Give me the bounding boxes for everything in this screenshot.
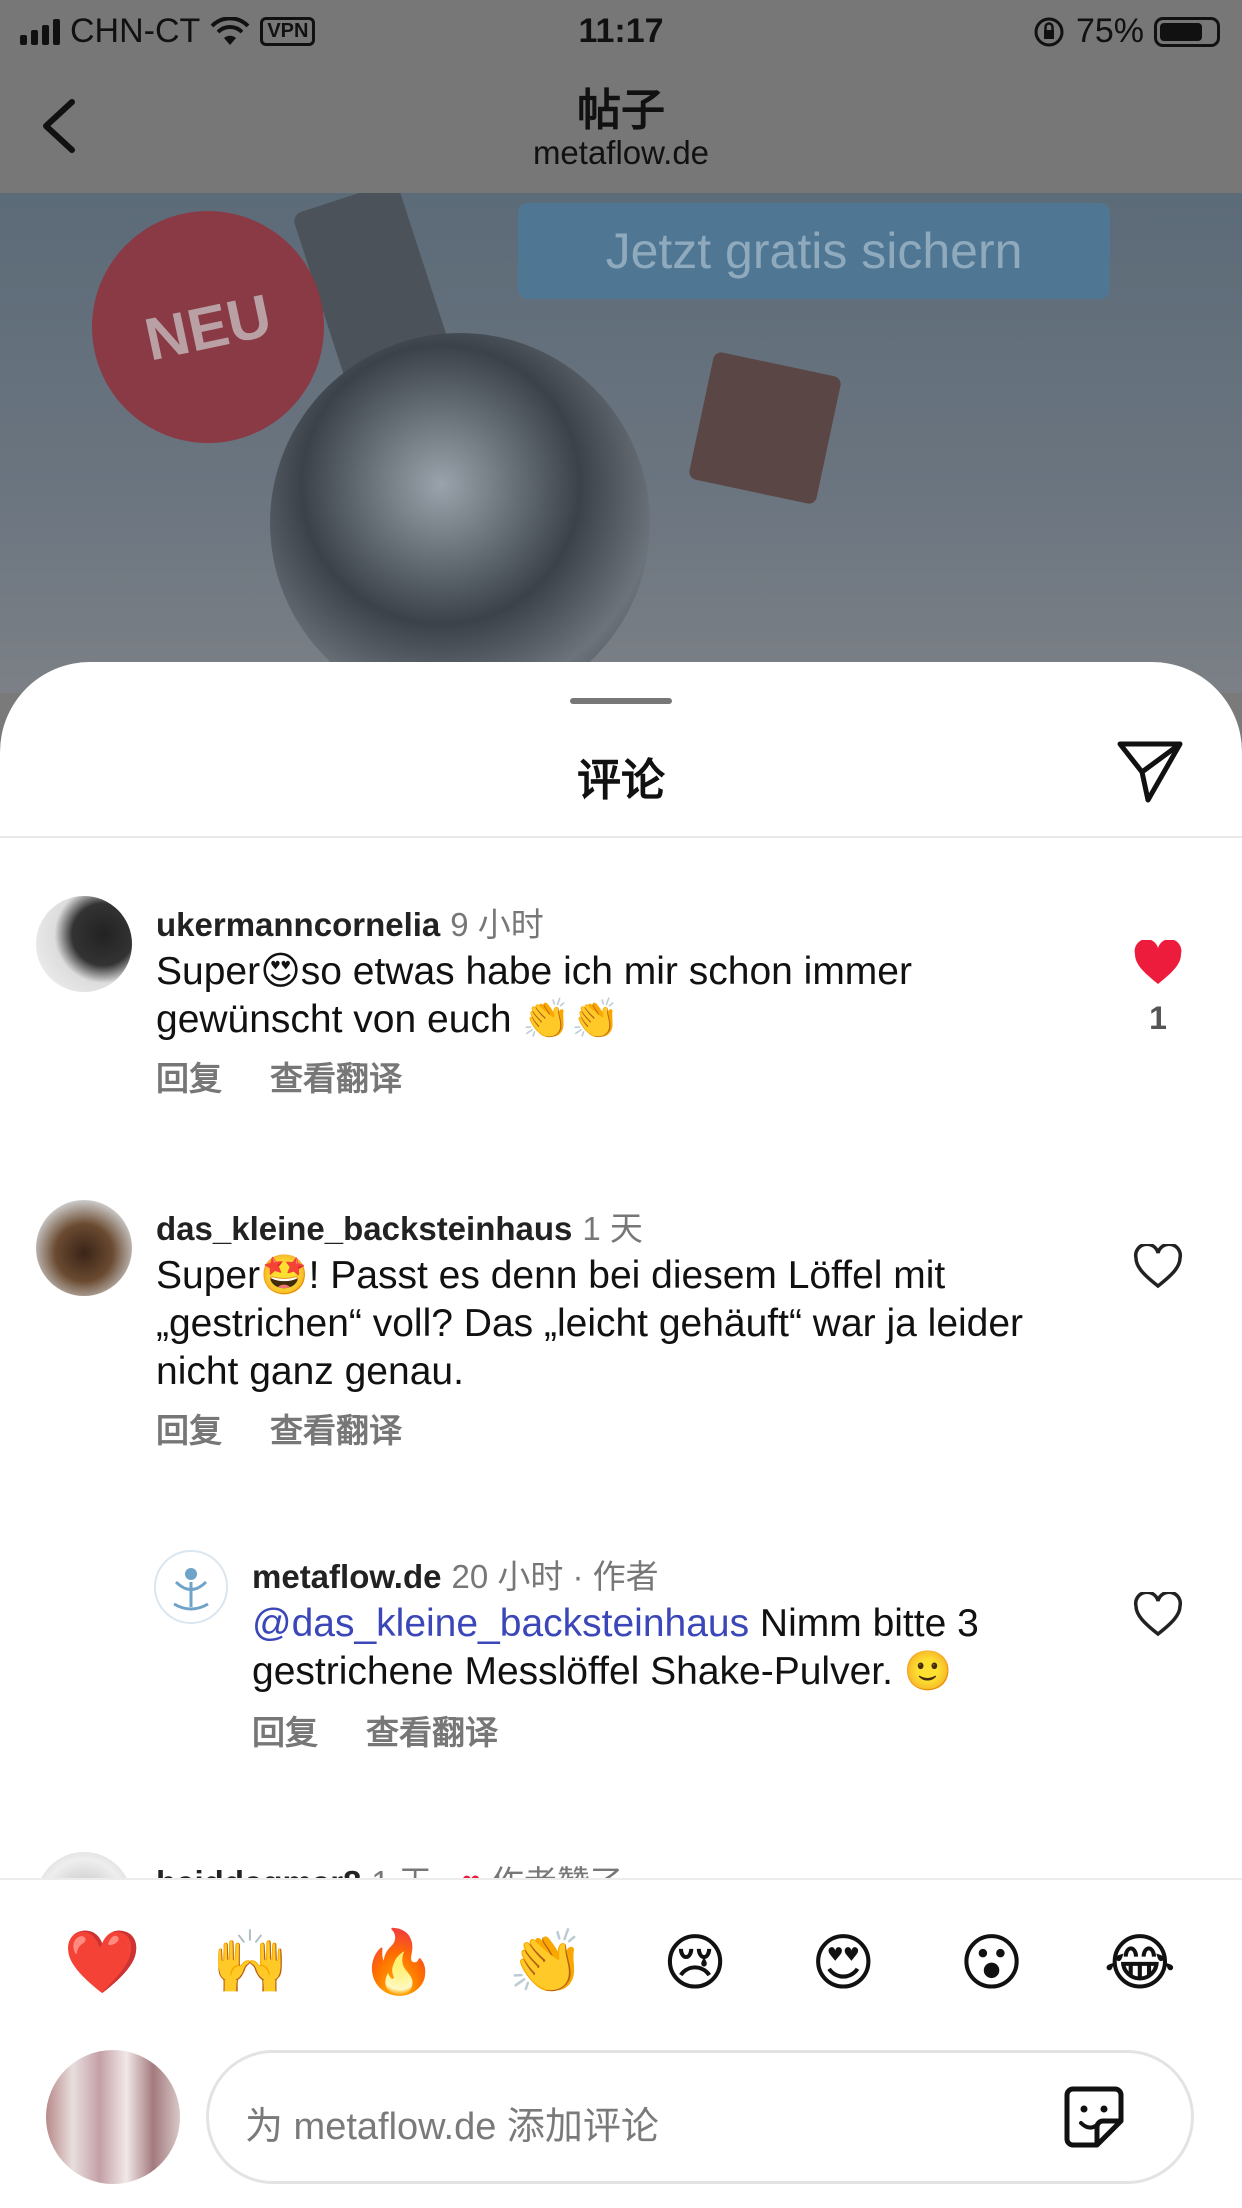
share-send-icon[interactable] xyxy=(1114,734,1186,806)
spoon-image xyxy=(270,333,650,693)
battery-icon xyxy=(1154,16,1220,47)
comment-username[interactable]: metaflow.de xyxy=(252,1558,441,1595)
comment-text-part: Super xyxy=(156,950,261,993)
comment-emoji: 🤩 xyxy=(260,1253,309,1298)
reply-button[interactable]: 回复 xyxy=(156,1404,222,1452)
emoji-bar-divider xyxy=(0,1878,1242,1880)
page-title: 帖子 xyxy=(577,86,665,135)
emoji-laughing-button[interactable]: 😂 xyxy=(1090,1912,1190,2012)
page-subtitle: metaflow.de xyxy=(532,134,710,171)
comment-emoji: 👏👏 xyxy=(522,997,620,1042)
avatar[interactable] xyxy=(154,1550,228,1624)
comment-username[interactable]: ukermanncornelia xyxy=(156,906,440,943)
emoji-heart-eyes-button[interactable]: 😍 xyxy=(793,1912,893,2012)
quick-emoji-bar: ❤️ 🙌 🔥 👏 😢 😍 😮 😂 xyxy=(0,1912,1242,2012)
comment-header: das_kleine_backsteinhaus 1 天 xyxy=(156,1202,643,1250)
avatar[interactable] xyxy=(36,1200,132,1296)
emoji-crying-button[interactable]: 😢 xyxy=(645,1912,745,2012)
reply-button[interactable]: 回复 xyxy=(252,1706,318,1754)
comment-time: 20 小时 · 作者 xyxy=(451,1558,659,1595)
comment-input-placeholder: 为 metaflow.de 添加评论 xyxy=(245,2106,659,2148)
post-image: NEU Jetzt gratis sichern xyxy=(0,193,1242,693)
comment-actions: 回复 查看翻译 xyxy=(252,1706,498,1754)
comment-time: 1 天 xyxy=(582,1210,643,1247)
sheet-divider xyxy=(0,836,1242,838)
top-bar: CHN-CT VPN 11:17 75% 帖子 metaflow.de xyxy=(0,0,1242,193)
translate-button[interactable]: 查看翻译 xyxy=(366,1706,498,1754)
emoji-heart-button[interactable]: ❤️ xyxy=(52,1912,152,2012)
sheet-grabber[interactable] xyxy=(570,698,672,704)
comment-input[interactable]: 为 metaflow.de 添加评论 xyxy=(206,2050,1194,2184)
comment-username[interactable]: das_kleine_backsteinhaus xyxy=(156,1210,572,1247)
metaflow-logo-icon xyxy=(173,1568,209,1611)
like-count: 1 xyxy=(1149,1000,1167,1036)
chocolate-piece xyxy=(687,350,843,506)
comment-actions: 回复 查看翻译 xyxy=(156,1052,402,1100)
mention-link[interactable]: @das_kleine_backsteinhaus xyxy=(252,1602,749,1645)
reply-button[interactable]: 回复 xyxy=(156,1052,222,1100)
my-avatar[interactable] xyxy=(46,2050,180,2184)
comment-text: Super🤩! Passt es denn bei diesem Löffel … xyxy=(156,1252,1076,1396)
emoji-fire-button[interactable]: 🔥 xyxy=(349,1912,449,2012)
translate-button[interactable]: 查看翻译 xyxy=(270,1404,402,1452)
orientation-lock-icon xyxy=(1034,17,1064,46)
battery-percent: 75% xyxy=(1075,12,1144,50)
gratis-banner: Jetzt gratis sichern xyxy=(518,203,1110,299)
avatar[interactable] xyxy=(36,896,132,992)
comment-text: @das_kleine_backsteinhaus Nimm bitte 3 g… xyxy=(252,1600,1102,1696)
comment-time: 9 小时 xyxy=(450,906,544,943)
translate-button[interactable]: 查看翻译 xyxy=(270,1052,402,1100)
heart-filled-icon[interactable] xyxy=(1133,940,1183,986)
comment-emoji: 😍 xyxy=(260,949,301,994)
comment-text-part: Super xyxy=(156,1254,261,1297)
comment-emoji: 🙂 xyxy=(903,1649,953,1694)
emoji-surprised-button[interactable]: 😮 xyxy=(942,1912,1042,2012)
comment-text: Super😍so etwas habe ich mir schon immer … xyxy=(156,948,1076,1044)
heart-outline-icon[interactable] xyxy=(1133,1244,1183,1290)
comment-header: metaflow.de 20 小时 · 作者 xyxy=(252,1550,659,1598)
sheet-title: 评论 xyxy=(577,756,665,805)
heart-outline-icon[interactable] xyxy=(1133,1592,1183,1638)
sticker-icon[interactable] xyxy=(1057,2081,1131,2155)
emoji-clap-button[interactable]: 👏 xyxy=(497,1912,597,2012)
comment-header: ukermanncornelia 9 小时 xyxy=(156,898,544,946)
status-bar: CHN-CT VPN 11:17 75% xyxy=(0,0,1242,62)
emoji-raised-hands-button[interactable]: 🙌 xyxy=(200,1912,300,2012)
comment-actions: 回复 查看翻译 xyxy=(156,1404,402,1452)
